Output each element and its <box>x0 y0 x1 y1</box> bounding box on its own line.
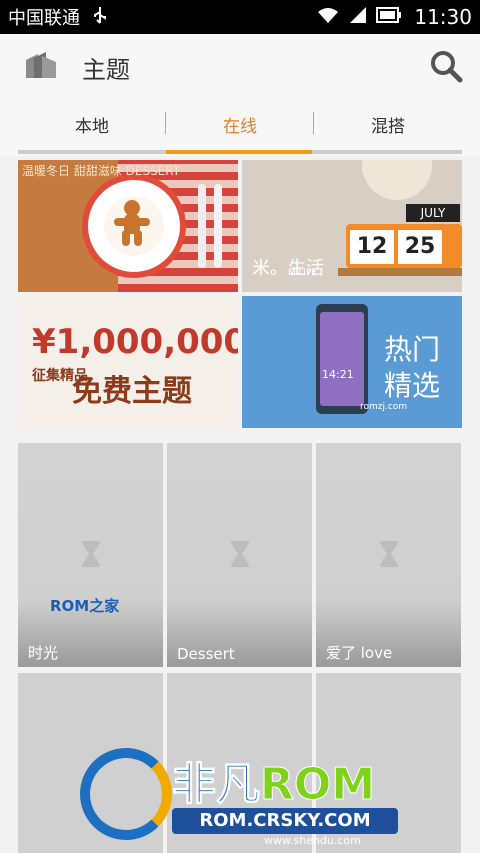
banner-milife[interactable]: JULY 12 25 米。生活 MILIFE <box>242 160 462 292</box>
contest-price: ¥1,000,000 <box>32 322 238 362</box>
hourglass-icon <box>80 539 102 569</box>
search-icon[interactable] <box>428 48 464 84</box>
knife-icon <box>214 184 222 268</box>
lamp-graphic <box>362 160 432 200</box>
hot-picks-site: romzj.com <box>360 402 408 412</box>
milife-sub: MILIFE <box>288 268 317 278</box>
calendar-day-right: 25 <box>398 230 442 264</box>
tab-bar: 本地 在线 混搭 <box>0 98 480 156</box>
app-header: 主题 <box>0 34 480 98</box>
status-bar: 中国联通 11:30 <box>0 0 480 34</box>
wifi-icon <box>316 6 340 29</box>
hot-picks-line2: 精选 <box>384 369 441 402</box>
signal-icon <box>348 6 368 29</box>
theme-card[interactable]: ROM之家 时光 <box>18 443 163 667</box>
contest-headline: 免费主题 <box>72 374 192 409</box>
gingerbread-icon <box>110 198 154 260</box>
battery-icon <box>376 6 402 28</box>
theme-card-label: 时光 <box>28 644 59 662</box>
theme-app-icon[interactable] <box>24 50 58 82</box>
banner-dessert[interactable]: 温暖冬日 甜甜滋味 DESSERT <box>18 160 238 292</box>
hourglass-icon <box>229 539 251 569</box>
watermark-title-prefix: 非凡 <box>172 759 261 811</box>
watermark-small: www.shendu.com <box>264 834 361 847</box>
banner-hot-picks[interactable]: 14:21 热门 精选 romzj.com <box>242 296 462 428</box>
watermark-ring-icon <box>80 748 172 840</box>
watermark-url: ROM.CRSKY.COM <box>172 808 398 834</box>
tab-local[interactable]: 本地 <box>18 98 166 150</box>
shelf-graphic <box>338 268 462 276</box>
hourglass-icon <box>378 539 400 569</box>
theme-card-label: 爱了 love <box>326 644 393 662</box>
calendar-day-left: 12 <box>350 230 394 264</box>
banner-contest[interactable]: ¥1,000,000 征集精品 免费主题 <box>18 296 238 428</box>
watermark-title-rom: ROM <box>259 759 376 811</box>
fork-icon <box>198 184 206 268</box>
clock-time: 11:30 <box>414 5 472 29</box>
plate-graphic <box>82 174 186 278</box>
phone-screen <box>320 312 364 406</box>
usb-icon <box>92 6 108 29</box>
calendar-month: JULY <box>406 204 460 222</box>
tab-online[interactable]: 在线 <box>166 98 314 150</box>
theme-card[interactable]: 爱了 love <box>316 443 461 667</box>
banner-dessert-text: 温暖冬日 甜甜滋味 DESSERT <box>22 164 181 178</box>
theme-card-label: Dessert <box>177 645 235 663</box>
romzj-logo: ROM之家 <box>50 597 120 615</box>
tab-active-indicator <box>166 150 312 154</box>
theme-card[interactable]: Dessert <box>167 443 312 667</box>
watermark-logo: 非凡ROM ROM.CRSKY.COM www.shendu.com <box>80 742 410 850</box>
page-title: 主题 <box>82 56 130 84</box>
phone-clock: 14:21 <box>322 368 354 381</box>
hot-picks-line1: 热门 <box>384 333 441 366</box>
tab-mix[interactable]: 混搭 <box>314 98 462 150</box>
carrier-label: 中国联通 <box>8 8 80 29</box>
